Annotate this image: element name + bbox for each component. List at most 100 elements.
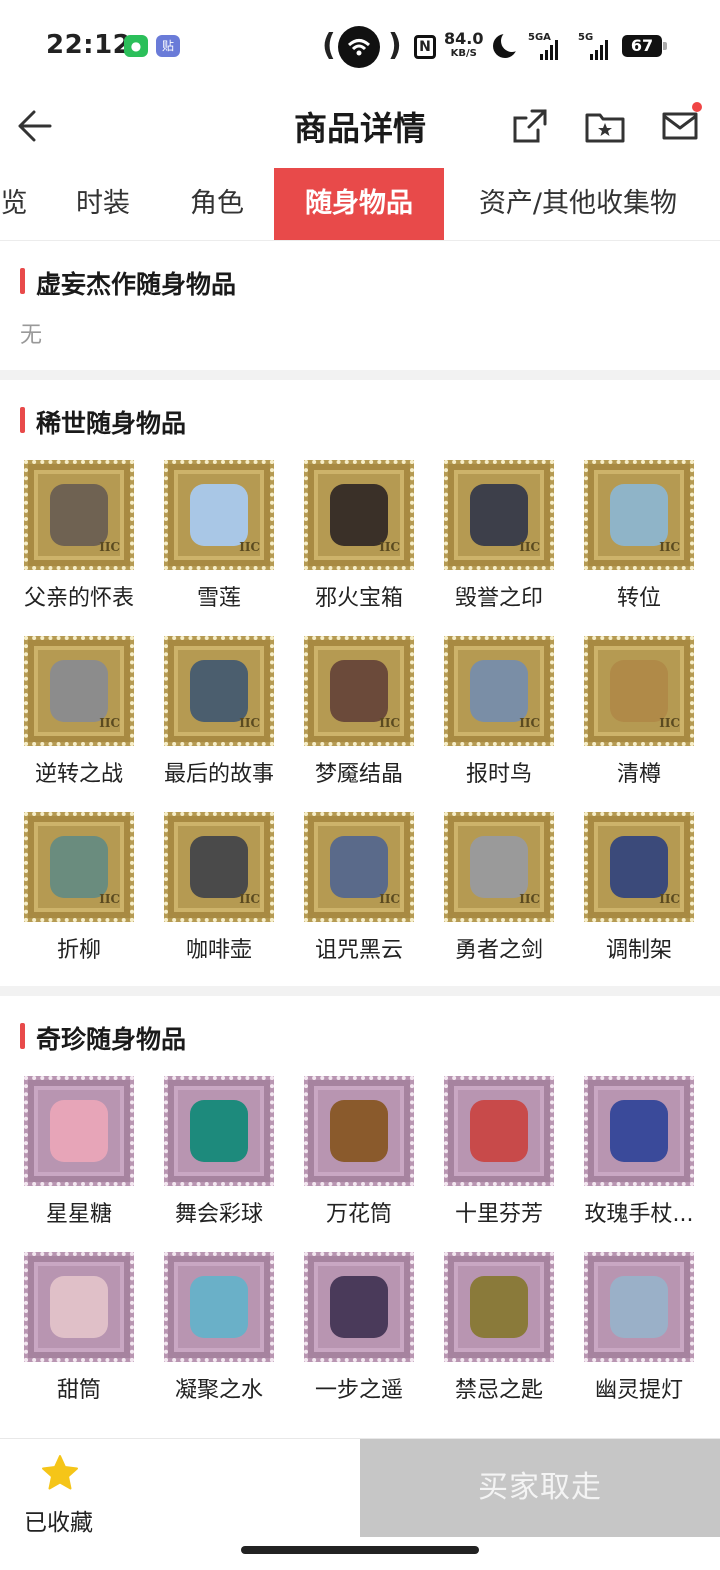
accessory-item[interactable]: IIC 咖啡壶 (140, 812, 280, 972)
item-art (330, 1276, 388, 1338)
item-name: 一步之遥 (314, 1378, 403, 1403)
stamp-mark: IIC (659, 892, 680, 906)
accessory-item[interactable]: IIC 毁誉之印 (420, 460, 560, 620)
tab-character[interactable]: 角色 (160, 168, 274, 240)
accessory-item[interactable]: 幽灵提灯 (560, 1252, 700, 1412)
item-art (610, 660, 668, 722)
section-marker (20, 1023, 25, 1049)
item-name: 幽灵提灯 (594, 1378, 683, 1403)
item-name: 逆转之战 (34, 762, 123, 787)
buy-button[interactable]: 买家取走 (360, 1439, 720, 1537)
folder-star-icon[interactable] (584, 106, 625, 146)
item-art (190, 836, 248, 898)
share-icon[interactable] (510, 106, 550, 146)
accessory-item[interactable]: 星星糖 (0, 1076, 140, 1236)
item-art (190, 1276, 248, 1338)
accessory-item[interactable]: IIC 最后的故事 (140, 636, 280, 796)
status-bar: 22:12 ● 贴 ( ) N 84.0 KB/S 5GA 5G 67 (0, 0, 720, 92)
item-name: 转位 (616, 586, 661, 611)
battery-icon: 67 (622, 35, 667, 57)
accessory-item[interactable]: IIC 诅咒黑云 (280, 812, 420, 972)
item-art (330, 484, 388, 546)
item-name: 清樽 (616, 762, 661, 787)
item-art (50, 1100, 108, 1162)
accessory-item[interactable]: 甜筒 (0, 1252, 140, 1412)
tab-fashion[interactable]: 时装 (46, 168, 160, 240)
stamp-mark: IIC (519, 540, 540, 554)
item-thumbnail: IIC (164, 636, 274, 746)
item-thumbnail: IIC (584, 636, 694, 746)
item-thumbnail (164, 1076, 274, 1186)
item-name: 调制架 (605, 938, 672, 963)
item-thumbnail: IIC (584, 812, 694, 922)
item-name: 邪火宝箱 (314, 586, 403, 611)
accessory-item[interactable]: 一步之遥 (280, 1252, 420, 1412)
mail-icon[interactable] (660, 106, 700, 146)
item-name: 诅咒黑云 (314, 938, 403, 963)
section-title: 虚妄杰作随身物品 (36, 270, 237, 299)
accessory-item[interactable]: IIC 勇者之剑 (420, 812, 560, 972)
accessory-item[interactable]: 十里芬芳 (420, 1076, 560, 1236)
accessory-item[interactable]: 禁忌之匙 (420, 1252, 560, 1412)
star-icon (42, 1455, 78, 1490)
item-name: 凝聚之水 (174, 1378, 263, 1403)
stamp-mark: IIC (239, 716, 260, 730)
tieba-icon: 贴 (156, 35, 180, 57)
nav-header: 商品详情 (0, 92, 720, 168)
item-art (470, 1100, 528, 1162)
tab-accessories[interactable]: 随身物品 (274, 168, 444, 240)
accessory-item[interactable]: IIC 转位 (560, 460, 700, 620)
stamp-mark: IIC (239, 892, 260, 906)
accessory-item[interactable]: 舞会彩球 (140, 1076, 280, 1236)
do-not-disturb-icon (493, 30, 523, 58)
item-thumbnail: IIC (24, 812, 134, 922)
item-name: 咖啡壶 (185, 938, 252, 963)
accessory-item[interactable]: 凝聚之水 (140, 1252, 280, 1412)
item-art (190, 484, 248, 546)
item-thumbnail: IIC (164, 812, 274, 922)
accessory-item[interactable]: IIC 调制架 (560, 812, 700, 972)
status-time: 22:12 (46, 30, 132, 60)
item-name: 最后的故事 (163, 762, 274, 787)
tab-assets-collectibles[interactable]: 资产/其他收集物 (444, 168, 712, 240)
item-art (330, 1100, 388, 1162)
network-speed: 84.0 KB/S (444, 29, 484, 60)
tab-overview[interactable]: 览 (0, 168, 42, 240)
item-art (470, 836, 528, 898)
accessory-item[interactable]: IIC 逆转之战 (0, 636, 140, 796)
item-art (470, 1276, 528, 1338)
accessory-item[interactable]: IIC 梦魇结晶 (280, 636, 420, 796)
item-thumbnail (304, 1076, 414, 1186)
item-thumbnail: IIC (444, 636, 554, 746)
accessory-item[interactable]: 玫瑰手杖... (560, 1076, 700, 1236)
unread-dot (692, 102, 702, 112)
item-name: 梦魇结晶 (314, 762, 403, 787)
nfc-icon: N (414, 35, 436, 59)
item-art (330, 836, 388, 898)
accessory-item[interactable]: IIC 清樽 (560, 636, 700, 796)
stamp-mark: IIC (379, 540, 400, 554)
accessory-item[interactable]: 万花筒 (280, 1076, 420, 1236)
stamp-mark: IIC (239, 540, 260, 554)
stamp-mark: IIC (99, 716, 120, 730)
accessory-item[interactable]: IIC 父亲的怀表 (0, 460, 140, 620)
section-legendary-accessories: 虚妄杰作随身物品 无 (0, 241, 720, 370)
item-name: 禁忌之匙 (454, 1378, 543, 1403)
accessory-item[interactable]: IIC 雪莲 (140, 460, 280, 620)
item-thumbnail (24, 1076, 134, 1186)
stamp-mark: IIC (519, 716, 540, 730)
accessory-item[interactable]: IIC 折柳 (0, 812, 140, 972)
item-art (610, 836, 668, 898)
section-marker (20, 268, 25, 294)
accessory-item[interactable]: IIC 邪火宝箱 (280, 460, 420, 620)
item-thumbnail: IIC (304, 460, 414, 570)
section-marker (20, 407, 25, 433)
item-name: 玫瑰手杖... (584, 1202, 694, 1227)
item-thumbnail (584, 1076, 694, 1186)
accessory-item[interactable]: IIC 报时鸟 (420, 636, 560, 796)
category-tabs: 览 时装 角色 随身物品 资产/其他收集物 (0, 168, 720, 242)
favorite-button[interactable]: 已收藏 (0, 1439, 120, 1539)
item-name: 毁誉之印 (454, 586, 543, 611)
stamp-mark: IIC (379, 892, 400, 906)
item-art (50, 1276, 108, 1338)
